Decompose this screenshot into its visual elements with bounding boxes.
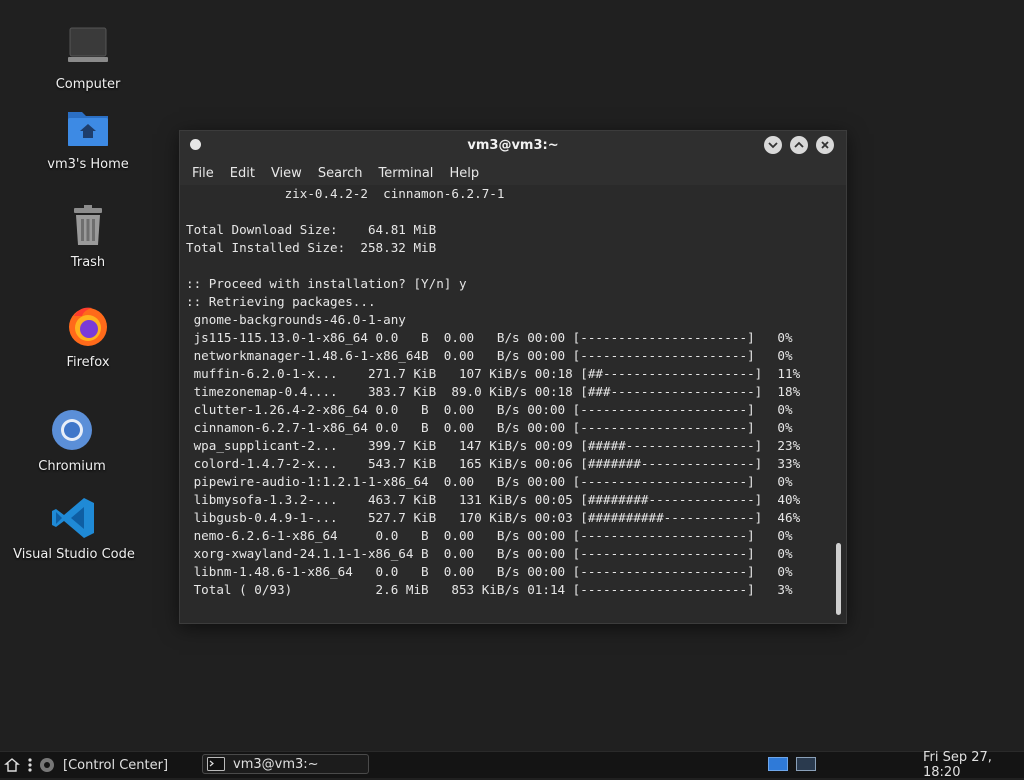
home-folder-icon <box>64 104 112 152</box>
chromium-icon <box>48 406 96 454</box>
workspace-1[interactable] <box>768 757 788 771</box>
control-center-launcher[interactable]: [Control Center] <box>38 752 168 778</box>
desktop-icon-label: vm3's Home <box>47 157 129 172</box>
terminal-line: libgusb-0.4.9-1-... 527.7 KiB 170 KiB/s … <box>186 510 801 525</box>
terminal-line: gnome-backgrounds-46.0-1-any <box>186 312 406 327</box>
terminal-output[interactable]: zix-0.4.2-2 cinnamon-6.2.7-1 Total Downlo… <box>180 185 830 623</box>
menu-file[interactable]: File <box>184 166 222 181</box>
terminal-window[interactable]: vm3@vm3:~ File Edit View Search Terminal… <box>179 130 847 624</box>
desktop-icon-vscode[interactable]: Visual Studio Code <box>13 494 135 563</box>
maximize-button[interactable] <box>790 136 808 154</box>
terminal-line: libmysofa-1.3.2-... 463.7 KiB 131 KiB/s … <box>186 492 801 507</box>
terminal-icon <box>207 757 225 771</box>
desktop-icon-label: Visual Studio Code <box>13 547 135 562</box>
gear-icon <box>40 758 54 772</box>
panel-handle[interactable] <box>27 752 33 778</box>
computer-icon <box>64 24 112 72</box>
desktop-icon-chromium[interactable]: Chromium <box>36 406 108 475</box>
chevron-up-icon <box>794 141 804 148</box>
desktop-icon-label: Chromium <box>38 459 106 474</box>
terminal-line: Total Installed Size: 258.32 MiB <box>186 240 437 255</box>
terminal-line: networkmanager-1.48.6-1-x86_64B 0.00 B/s… <box>186 348 793 363</box>
control-center-label: [Control Center] <box>63 757 169 773</box>
terminal-line: timezonemap-0.4.... 383.7 KiB 89.0 KiB/s… <box>186 384 801 399</box>
terminal-line: wpa_supplicant-2... 399.7 KiB 147 KiB/s … <box>186 438 801 453</box>
menu-search[interactable]: Search <box>310 166 371 181</box>
terminal-line: cinnamon-6.2.7-1-x86_64 0.0 B 0.00 B/s 0… <box>186 420 793 435</box>
desktop-icon-label: Firefox <box>66 355 110 370</box>
terminal-line: zix-0.4.2-2 cinnamon-6.2.7-1 <box>186 186 505 201</box>
app-menu-icon <box>4 758 20 772</box>
menu-edit[interactable]: Edit <box>222 166 263 181</box>
terminal-line: :: Retrieving packages... <box>186 294 376 309</box>
taskbar: [Control Center] vm3@vm3:~ Fri Sep 27, 1… <box>0 750 1024 780</box>
desktop-icon-label: Computer <box>55 77 121 92</box>
terminal-line: libnm-1.48.6-1-x86_64 0.0 B 0.00 B/s 00:… <box>186 564 793 579</box>
terminal-line: pipewire-audio-1:1.2.1-1-x86_64 0.00 B/s… <box>186 474 793 489</box>
desktop-icon-home[interactable]: vm3's Home <box>44 104 132 173</box>
menu-bar: File Edit View Search Terminal Help <box>180 161 846 185</box>
scrollbar-thumb[interactable] <box>836 543 841 615</box>
vertical-dots-icon <box>28 758 32 772</box>
window-title: vm3@vm3:~ <box>467 138 559 153</box>
menu-help[interactable]: Help <box>441 166 487 181</box>
terminal-line: nemo-6.2.6-1-x86_64 0.0 B 0.00 B/s 00:00… <box>186 528 793 543</box>
terminal-line: clutter-1.26.4-2-x86_64 0.0 B 0.00 B/s 0… <box>186 402 793 417</box>
terminal-line: muffin-6.2.0-1-x... 271.7 KiB 107 KiB/s … <box>186 366 801 381</box>
window-titlebar[interactable]: vm3@vm3:~ <box>180 131 846 161</box>
close-button[interactable] <box>816 136 834 154</box>
terminal-line: js115-115.13.0-1-x86_64 0.0 B 0.00 B/s 0… <box>186 330 793 345</box>
chevron-down-icon <box>768 142 778 149</box>
terminal-line: xorg-xwayland-24.1.1-1-x86_64 B 0.00 B/s… <box>186 546 793 561</box>
terminal-line: Total Download Size: 64.81 MiB <box>186 222 437 237</box>
vscode-icon <box>50 494 98 542</box>
task-label: vm3@vm3:~ <box>233 756 319 772</box>
terminal-line: :: Proceed with installation? [Y/n] y <box>186 276 467 291</box>
workspace-2[interactable] <box>796 757 816 771</box>
minimize-button[interactable] <box>764 136 782 154</box>
firefox-icon <box>64 302 112 350</box>
task-terminal-button[interactable]: vm3@vm3:~ <box>202 754 369 774</box>
menu-button[interactable] <box>4 752 20 778</box>
close-icon <box>821 141 829 149</box>
desktop-icon-computer[interactable]: Computer <box>52 24 124 93</box>
terminal-line: colord-1.4.7-2-x... 543.7 KiB 165 KiB/s … <box>186 456 801 471</box>
terminal-line: Total ( 0/93) 2.6 MiB 853 KiB/s 01:14 [-… <box>186 582 793 597</box>
desktop-icon-label: Trash <box>70 255 106 270</box>
desktop-icon-firefox[interactable]: Firefox <box>52 302 124 371</box>
menu-terminal[interactable]: Terminal <box>370 166 441 181</box>
desktop-icon-trash[interactable]: Trash <box>52 202 124 271</box>
menu-view[interactable]: View <box>263 166 310 181</box>
clock[interactable]: Fri Sep 27, 18:20 <box>923 750 1024 780</box>
trash-icon <box>64 202 112 250</box>
scrollbar[interactable] <box>830 185 846 623</box>
